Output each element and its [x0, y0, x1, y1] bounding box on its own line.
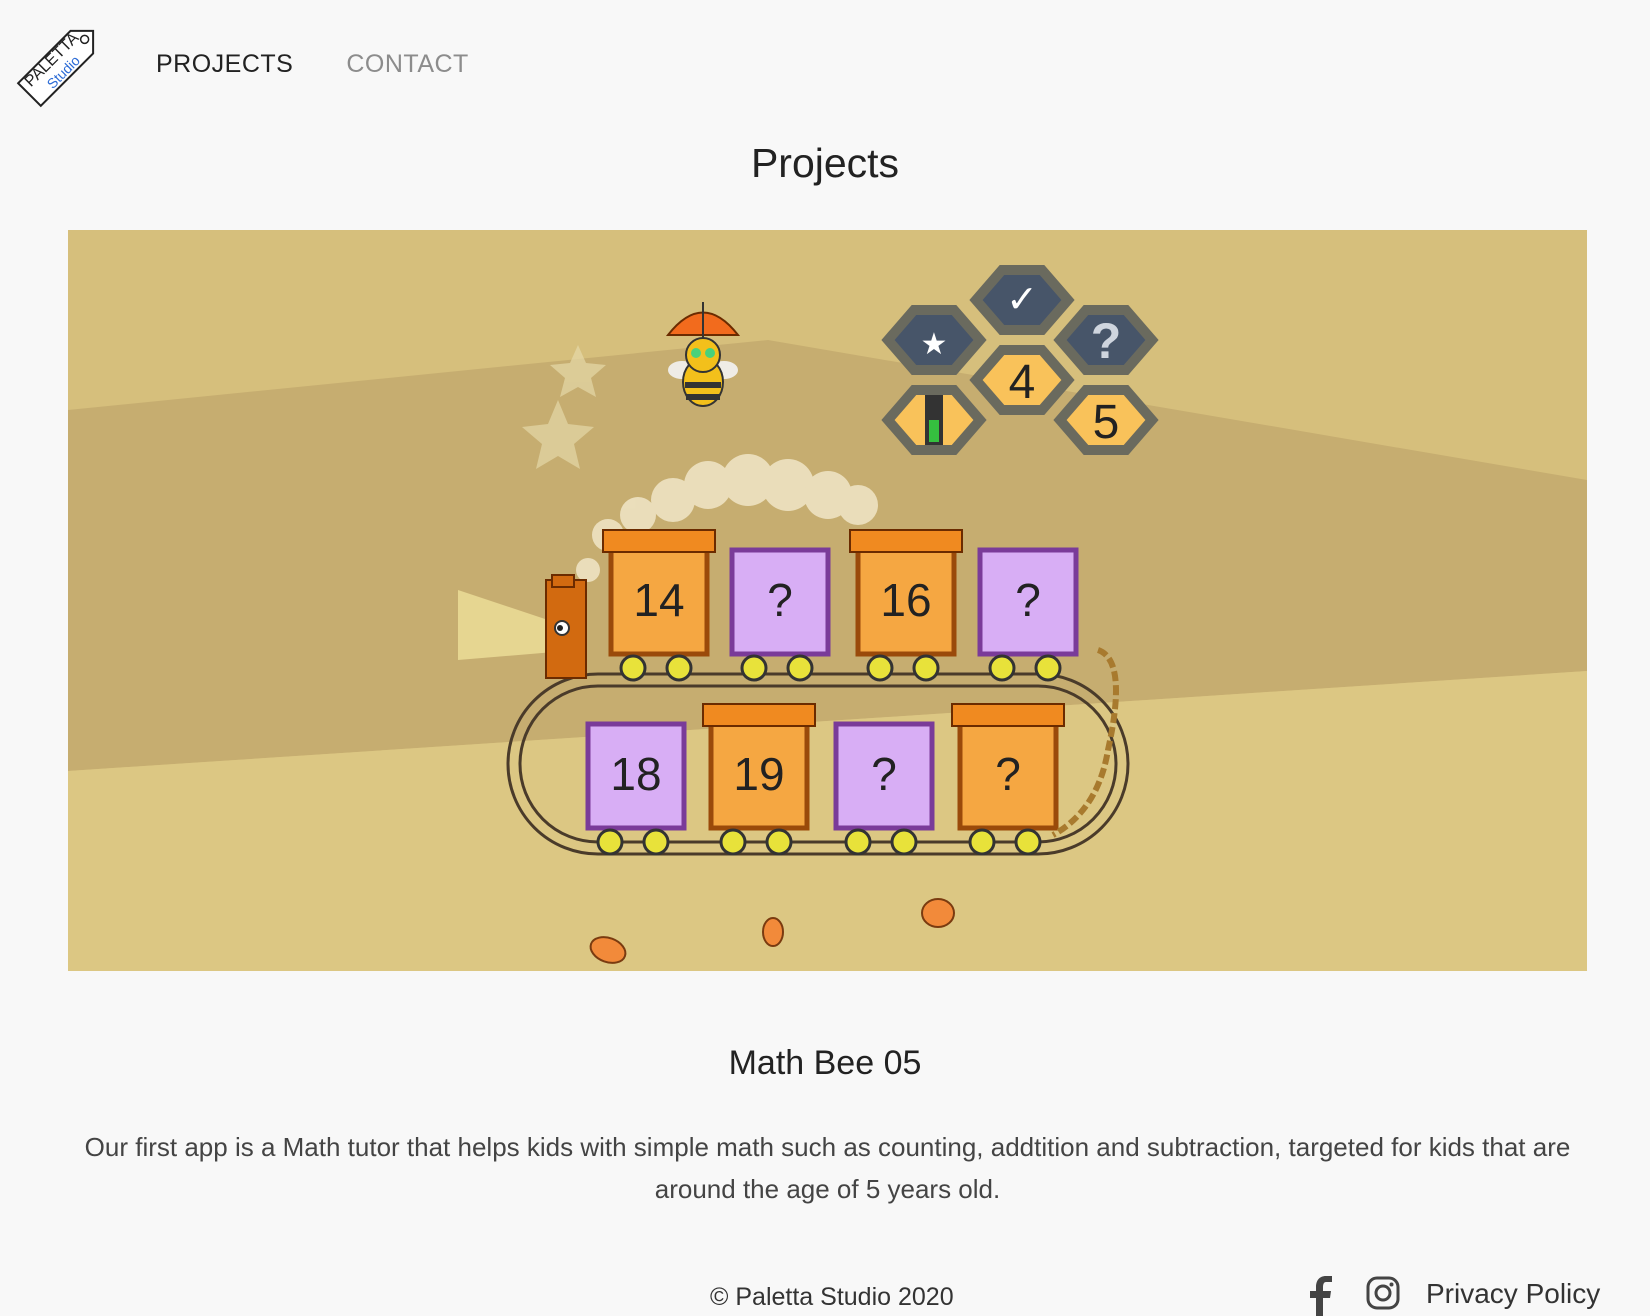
project-description: Our first app is a Math tutor that helps…	[84, 1132, 1571, 1204]
math-bee-hero-image: ✓ ? 4 5 ★ 14? 16? 18 19??	[68, 230, 1587, 971]
wagon-label: ?	[767, 574, 793, 626]
wagon-label: 18	[610, 748, 661, 800]
nav-projects-link[interactable]: PROJECTS	[156, 50, 293, 79]
facebook-icon[interactable]	[1308, 1276, 1336, 1316]
wagon-label: ?	[995, 748, 1021, 800]
main-nav: PROJECTS CONTACT	[156, 50, 469, 79]
svg-text:?: ?	[1091, 313, 1122, 369]
privacy-policy-link[interactable]: Privacy Policy	[1426, 1278, 1600, 1310]
project-title: Math Bee 05	[728, 1044, 922, 1082]
wagon-label: ?	[1015, 574, 1041, 626]
locomotive	[545, 574, 587, 679]
page-title: Projects	[750, 140, 900, 186]
wagon-label: 14	[633, 574, 684, 626]
wagon-label: 16	[880, 574, 931, 626]
svg-text:5: 5	[1093, 396, 1120, 449]
wagon-label: ?	[871, 748, 897, 800]
nav-contact-link[interactable]: CONTACT	[346, 50, 468, 79]
paletta-studio-logo[interactable]: PALETTA Studio	[6, 6, 118, 118]
svg-text:★: ★	[921, 328, 948, 361]
svg-text:4: 4	[1009, 356, 1036, 409]
svg-text:✓: ✓	[1006, 279, 1038, 321]
instagram-icon[interactable]	[1366, 1276, 1400, 1310]
footer-copyright: © Paletta Studio 2020	[710, 1283, 954, 1311]
wagon-label: 19	[733, 748, 784, 800]
